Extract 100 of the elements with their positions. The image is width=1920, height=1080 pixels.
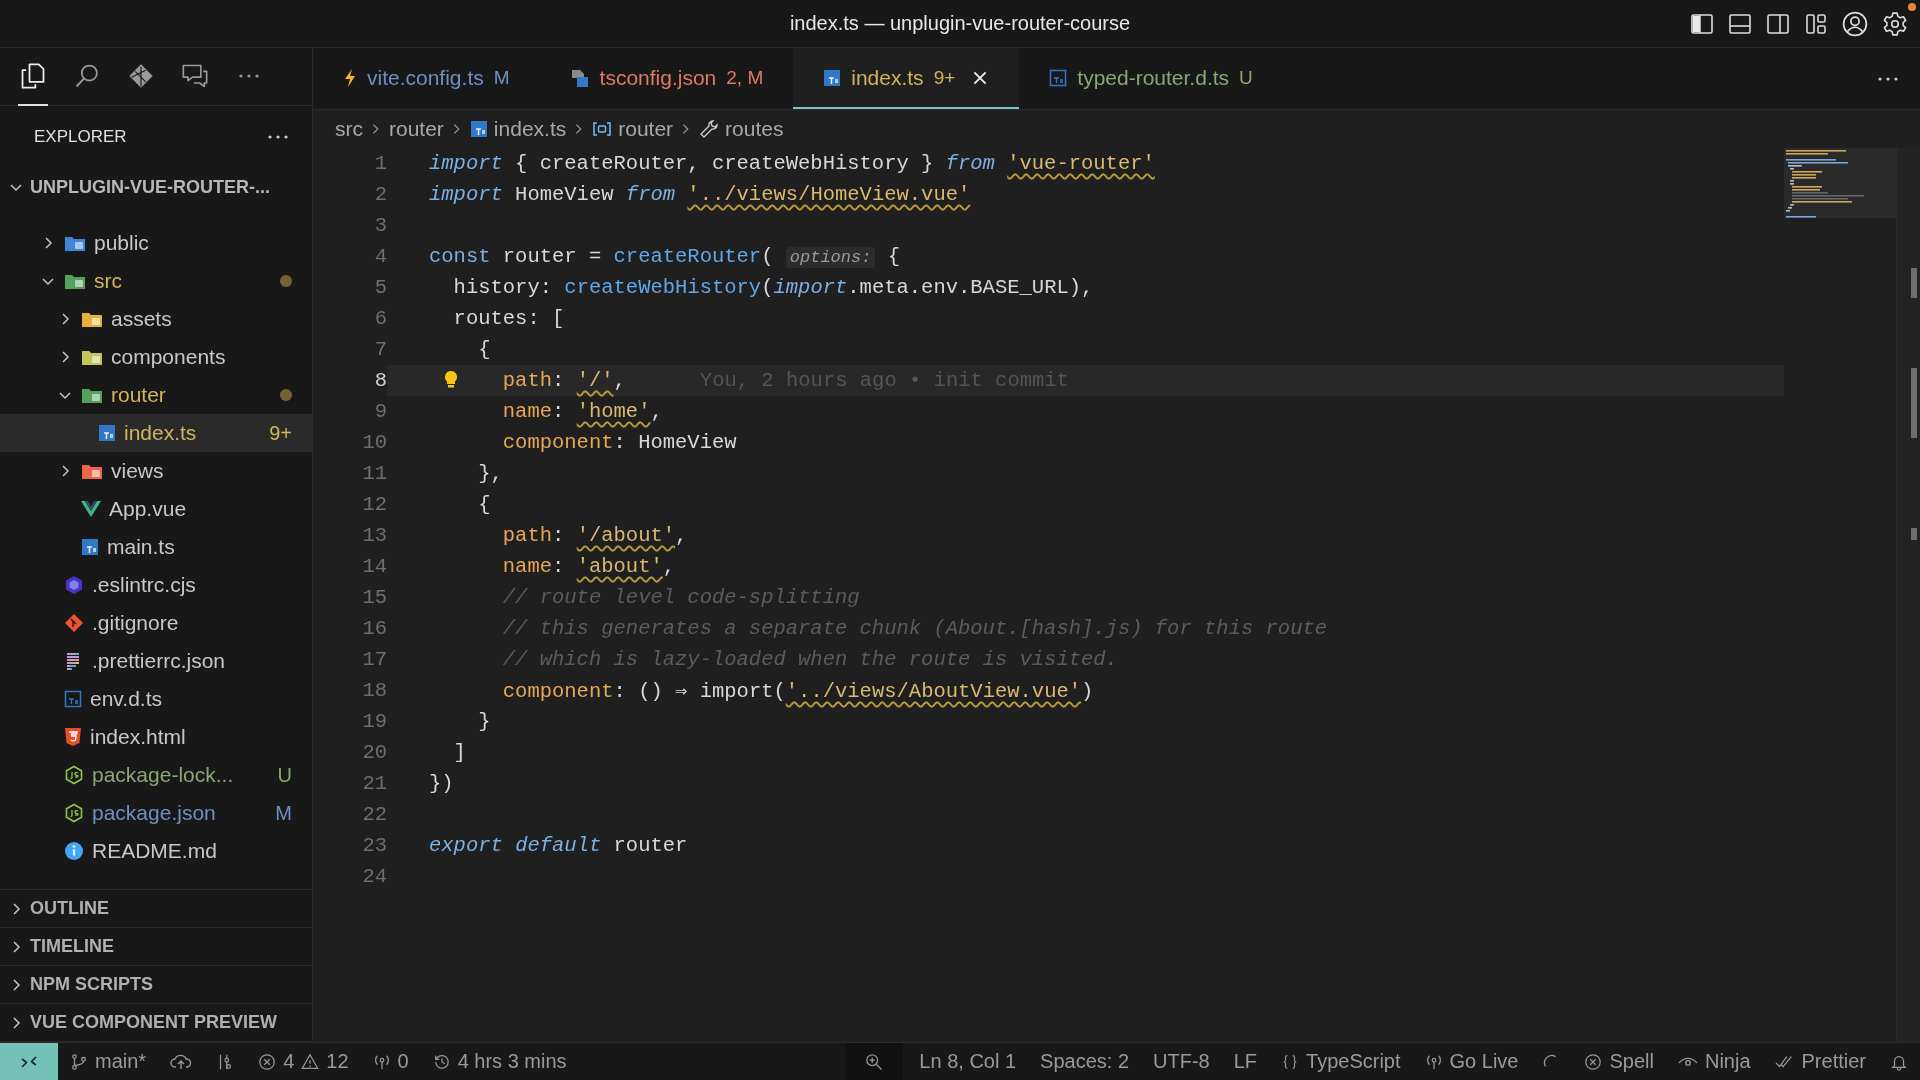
- tree-item[interactable]: .eslintrc.cjs: [0, 566, 312, 604]
- tree-item[interactable]: router: [0, 376, 312, 414]
- code-line: history: createWebHistory(import.meta.env.BASE_URL),: [453, 276, 1094, 299]
- status-item[interactable]: main*: [58, 1043, 159, 1080]
- wrench-icon: [699, 119, 720, 139]
- code-line: path: '/about',: [502, 524, 688, 547]
- branch-diamond-icon: [64, 613, 84, 633]
- code-line: import HomeView from '../views/HomeView.vue': [429, 183, 971, 206]
- line-number: 17: [361, 648, 387, 671]
- tree-item[interactable]: views: [0, 452, 312, 490]
- folder-header[interactable]: UNPLUGIN-VUE-ROUTER-...: [0, 168, 312, 206]
- status-item[interactable]: Prettier: [1762, 1043, 1878, 1080]
- editor-tab[interactable]: vite.config.ts M: [313, 48, 540, 109]
- ts-file-icon: [98, 424, 116, 442]
- files-icon: [19, 61, 47, 90]
- line-number: 16: [361, 617, 387, 640]
- section-header[interactable]: OUTLINE: [0, 890, 312, 928]
- ts-file-icon: [81, 538, 99, 556]
- tree-item[interactable]: package.json M: [0, 794, 312, 832]
- line-number: 15: [361, 586, 387, 609]
- more-icon[interactable]: [1876, 75, 1900, 83]
- section-header[interactable]: TIMELINE: [0, 928, 312, 966]
- account-icon[interactable]: [1842, 11, 1868, 37]
- info-icon: [64, 841, 84, 861]
- folder-icon: [64, 234, 86, 252]
- breadcrumb[interactable]: index.ts: [469, 117, 567, 141]
- status-item[interactable]: Ln 8, Col 1: [907, 1043, 1029, 1080]
- tree-item[interactable]: App.vue: [0, 490, 312, 528]
- line-number: 10: [361, 431, 387, 454]
- layout-icon[interactable]: [1804, 12, 1828, 36]
- status-item[interactable]: UTF-8: [1141, 1043, 1222, 1080]
- panel-title: EXPLORER: [34, 127, 127, 147]
- problems-button[interactable]: 4 12: [246, 1043, 361, 1080]
- line-number: 4: [373, 245, 387, 268]
- tree-item[interactable]: index.ts 9+: [0, 414, 312, 452]
- window-title: index.ts — unplugin-vue-router-course: [789, 12, 1131, 35]
- shield-icon: [64, 727, 82, 747]
- tree-item[interactable]: index.html: [0, 718, 312, 756]
- warning-icon: [301, 1052, 320, 1071]
- v-logo-icon: [81, 500, 101, 518]
- lightning-icon: [343, 67, 357, 88]
- tree-item[interactable]: main.ts: [0, 528, 312, 566]
- status-item[interactable]: LF: [1221, 1043, 1270, 1080]
- code-line: const router = createRouter( options: {: [429, 245, 900, 268]
- split-icon[interactable]: [1766, 12, 1790, 36]
- tree-item[interactable]: components: [0, 338, 312, 376]
- settings-icon[interactable]: [1882, 11, 1908, 37]
- line-number: 20: [361, 741, 387, 764]
- tree-item[interactable]: env.d.ts: [0, 680, 312, 718]
- line-number: 9: [373, 400, 387, 423]
- breadcrumb[interactable]: routes: [699, 117, 784, 141]
- history-icon: [432, 1052, 451, 1071]
- line-number: 6: [373, 307, 387, 330]
- status-item[interactable]: Spaces: 2: [1028, 1043, 1142, 1080]
- code-line: }: [478, 710, 491, 733]
- status-item[interactable]: Go Live: [1412, 1043, 1531, 1080]
- code-line: name: 'about',: [502, 555, 676, 578]
- lightbulb-icon[interactable]: [443, 370, 459, 390]
- zoom-icon: [865, 1052, 884, 1071]
- tree-item[interactable]: assets: [0, 300, 312, 338]
- editor-tab[interactable]: tsconfig.json 2, M: [539, 48, 794, 109]
- status-item[interactable]: 4 hrs 3 mins: [420, 1043, 579, 1080]
- tree-item[interactable]: .gitignore: [0, 604, 312, 642]
- breadcrumb[interactable]: router: [592, 117, 674, 141]
- ts-file-icon: [469, 120, 488, 138]
- code-line: path: '/',: [502, 369, 626, 392]
- cloud-upload-icon: [170, 1052, 193, 1071]
- section-header[interactable]: NPM SCRIPTS: [0, 966, 312, 1004]
- panel-toggle-icon[interactable]: [1728, 12, 1752, 36]
- editor-tab[interactable]: typed-router.d.ts U: [1019, 48, 1283, 109]
- sidebar-toggle-icon[interactable]: [1690, 12, 1714, 36]
- line-number: 5: [373, 276, 387, 299]
- status-item[interactable]: Spell: [1572, 1043, 1666, 1080]
- code-line: }): [429, 772, 454, 795]
- line-number: 13: [361, 524, 387, 547]
- code-line: name: 'home',: [502, 400, 663, 423]
- more-icon[interactable]: [266, 133, 290, 141]
- tree-item[interactable]: package-lock... U: [0, 756, 312, 794]
- breadcrumb[interactable]: router: [389, 117, 444, 141]
- code-line: export default router: [429, 834, 688, 857]
- line-number: 11: [361, 462, 387, 485]
- status-item[interactable]: TypeScript: [1269, 1043, 1413, 1080]
- editor-tab[interactable]: index.ts 9+: [793, 48, 1020, 109]
- status-item[interactable]: 0: [360, 1043, 421, 1080]
- scrollbar[interactable]: [1896, 148, 1920, 1042]
- zoom-button[interactable]: [845, 1043, 904, 1080]
- breadcrumb[interactable]: src: [335, 117, 363, 141]
- folder-icon: [81, 348, 103, 366]
- line-number: 18: [361, 679, 387, 702]
- status-item[interactable]: Ninja: [1665, 1043, 1763, 1080]
- tree-item[interactable]: public: [0, 224, 312, 262]
- code-line: component: HomeView: [502, 431, 737, 454]
- circle-x-icon: [258, 1052, 277, 1071]
- tree-item[interactable]: README.md: [0, 832, 312, 870]
- code-line: {: [478, 493, 491, 516]
- line-number: 22: [361, 803, 387, 826]
- tree-item[interactable]: src: [0, 262, 312, 300]
- hexagon-icon: [64, 765, 84, 785]
- tree-item[interactable]: .prettierrc.json: [0, 642, 312, 680]
- line-number: 12: [361, 493, 387, 516]
